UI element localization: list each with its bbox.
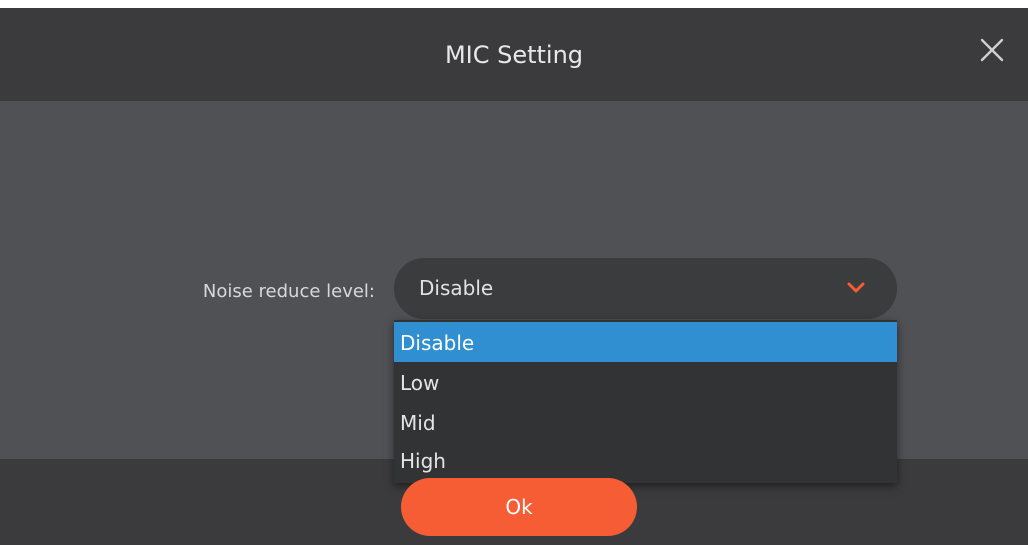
close-icon[interactable] xyxy=(976,34,1008,66)
option-mid[interactable]: Mid xyxy=(394,402,897,442)
dialog-title: MIC Setting xyxy=(444,41,584,69)
option-high[interactable]: High xyxy=(394,440,897,480)
noise-reduce-dropdown-list: Disable Low Mid High xyxy=(394,320,897,483)
dialog-titlebar: MIC Setting xyxy=(0,8,1028,101)
option-label: Mid xyxy=(400,411,436,435)
noise-reduce-label: Noise reduce level: xyxy=(202,281,375,302)
noise-reduce-select[interactable]: Disable xyxy=(394,258,897,319)
option-label: Low xyxy=(400,371,440,395)
option-label: High xyxy=(400,449,446,473)
option-label: Disable xyxy=(400,331,475,355)
chevron-down-icon xyxy=(846,280,866,294)
noise-reduce-value: Disable xyxy=(419,276,494,300)
option-disable[interactable]: Disable xyxy=(394,322,897,362)
option-low[interactable]: Low xyxy=(394,362,897,402)
ok-button[interactable]: Ok xyxy=(401,478,637,536)
